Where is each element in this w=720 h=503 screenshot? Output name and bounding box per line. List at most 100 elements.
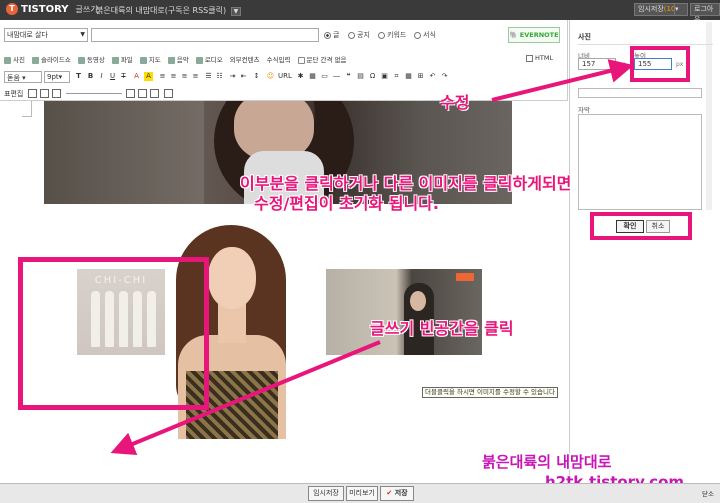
tool-slideshow[interactable]: 슬라이드쇼	[31, 54, 71, 64]
align-justify-icon[interactable]: ≡	[191, 72, 200, 81]
redo-icon[interactable]: ↷	[440, 72, 449, 81]
category-select[interactable]: 내맘대로 살다 ▼	[4, 28, 88, 42]
line-icon[interactable]: ―	[332, 72, 341, 81]
radio-template[interactable]: 서식	[414, 30, 436, 40]
photo-settings-panel: 사진 너비 높이 157 px 155 px 자막 확인 취소	[569, 20, 720, 483]
portrait-face	[208, 247, 256, 309]
more-icon[interactable]: ▤	[356, 72, 365, 81]
annotation-reset-note: 이부분을 클릭하거나 다른 이미지를 클릭하게되면 수정/편집이 초기화 됩니다…	[240, 174, 571, 214]
tool-map[interactable]: 지도	[139, 54, 161, 64]
tool-file-label: 파일	[120, 56, 133, 64]
tag-icon[interactable]: ⌗	[392, 72, 401, 81]
tistory-logo[interactable]: T TISTORY 글쓰기	[6, 3, 98, 15]
evernote-button[interactable]: 🐘 EVERNOTE	[508, 27, 560, 43]
highlight-icon[interactable]: A	[144, 72, 153, 81]
lock-icon[interactable]: ⊞	[416, 72, 425, 81]
tool-external[interactable]: 외부컨텐츠	[230, 54, 260, 64]
border-color-icon[interactable]	[126, 89, 135, 98]
font-family-select[interactable]: 돋움 ▾	[4, 71, 42, 83]
strike-icon[interactable]: T	[119, 72, 128, 81]
blog-selector[interactable]: 붉은대륙의 내맘대로(구독은 RSS클릭) ▼	[96, 5, 242, 16]
outdent-icon[interactable]: ⇤	[239, 72, 248, 81]
table-row-icon[interactable]	[40, 89, 49, 98]
radio-keyword-label: 키워드	[387, 31, 407, 39]
image-tooltip: 더블클릭을 하시면 이미지를 수정할 수 있습니다	[422, 387, 558, 398]
blog-title: 붉은대륙의 내맘대로(구독은 RSS클릭)	[96, 6, 227, 15]
table-merge-icon[interactable]	[138, 89, 147, 98]
table-delete-icon[interactable]	[164, 89, 173, 98]
image-icon[interactable]: ▣	[380, 72, 389, 81]
radio-icon	[348, 31, 355, 39]
indent-icon[interactable]: ⇥	[228, 72, 237, 81]
radio-post[interactable]: 글	[324, 30, 339, 40]
radio-notice[interactable]: 공지	[348, 30, 370, 40]
video-person-face	[410, 291, 426, 311]
radio-icon	[378, 31, 385, 39]
tool-video[interactable]: 동영상	[77, 54, 105, 64]
caption-textarea[interactable]	[578, 114, 702, 210]
tool-radio[interactable]: 로디오	[195, 54, 223, 64]
align-center-icon[interactable]: ≡	[169, 72, 178, 81]
logout-button[interactable]: 로그아웃	[690, 3, 720, 24]
image-video-still[interactable]	[326, 269, 482, 355]
box-icon[interactable]: ▭	[320, 72, 329, 81]
line-style-select[interactable]	[66, 93, 122, 94]
bold-button[interactable]: T	[74, 72, 83, 81]
brand-subtitle: 글쓰기	[75, 4, 98, 14]
radio-icon	[195, 56, 203, 64]
image-background	[44, 101, 204, 204]
html-checkbox[interactable]: HTML	[526, 54, 553, 62]
italic-icon[interactable]: I	[97, 72, 106, 81]
width-input[interactable]: 157	[578, 58, 616, 70]
align-right-icon[interactable]: ≡	[180, 72, 189, 81]
insert-toolbar: 사진 슬라이드쇼 동영상 파일 지도 음악 로디오 외부컨텐츠 수식입력 문단 …	[0, 53, 568, 65]
title-input[interactable]	[91, 28, 319, 42]
table-split-icon[interactable]	[150, 89, 159, 98]
bold-icon[interactable]: B	[86, 72, 95, 81]
panel-scrollbar[interactable]	[706, 22, 712, 210]
special-char-icon[interactable]: Ω	[368, 72, 377, 81]
font-family-value: 돋움	[7, 74, 20, 82]
photo-icon	[4, 56, 11, 64]
channel-logo	[456, 273, 474, 281]
quote-icon[interactable]: ❝	[344, 72, 353, 81]
tool-photo[interactable]: 사진	[4, 54, 25, 64]
list-icon[interactable]: ☰	[204, 72, 213, 81]
brand-name: TISTORY	[21, 3, 69, 15]
link-icon[interactable]: ✱	[296, 72, 305, 81]
font-size-select[interactable]: 9pt▾	[44, 71, 70, 83]
url-icon[interactable]: URL	[277, 72, 293, 81]
table-toolbar: 표편집	[0, 88, 568, 100]
align-left-icon[interactable]: ≡	[158, 72, 167, 81]
temp-save-button[interactable]: 임시저장	[308, 486, 344, 501]
table-col-icon[interactable]	[52, 89, 61, 98]
radio-keyword[interactable]: 키워드	[378, 30, 406, 40]
preview-button[interactable]: 미리보기	[346, 486, 378, 501]
format-toolbar: 돋움 ▾ 9pt▾ T B I U T A A ≡ ≡ ≡ ≡ ☰ ☷ ⇥ ⇤ …	[0, 71, 568, 84]
close-button[interactable]: 닫소	[702, 488, 714, 498]
font-color-icon[interactable]: A	[132, 72, 141, 81]
table-cell-icon[interactable]	[28, 89, 37, 98]
underline-icon[interactable]: U	[108, 72, 117, 81]
tool-music[interactable]: 음악	[167, 54, 189, 64]
category-value: 내맘대로 살다	[7, 31, 48, 39]
undo-icon[interactable]: ↶	[428, 72, 437, 81]
panel-title: 사진	[578, 33, 591, 41]
chevron-down-icon[interactable]: ▼	[230, 7, 242, 16]
save-button[interactable]: ✔ 저장	[380, 486, 414, 501]
emoticon-icon[interactable]: ☺	[266, 72, 275, 81]
table-icon[interactable]: ▦	[308, 72, 317, 81]
tool-formula-label: 수식입력	[266, 56, 291, 64]
radio-checked-icon	[324, 31, 331, 39]
grid-icon[interactable]: ▦	[404, 72, 413, 81]
tool-file[interactable]: 파일	[111, 54, 133, 64]
line-spacing-icon[interactable]: ↕	[252, 72, 261, 81]
alt-input[interactable]	[578, 88, 702, 98]
chevron-down-icon[interactable]: ▾	[674, 3, 688, 16]
highlight-box-blank	[18, 257, 209, 410]
checkbox-icon	[526, 54, 533, 62]
tool-formula[interactable]: 수식입력	[267, 54, 291, 64]
tool-paragraph-spacing[interactable]: 문단 간격 없음	[297, 54, 347, 64]
portrait-neck	[218, 303, 246, 343]
numbered-list-icon[interactable]: ☷	[215, 72, 224, 81]
